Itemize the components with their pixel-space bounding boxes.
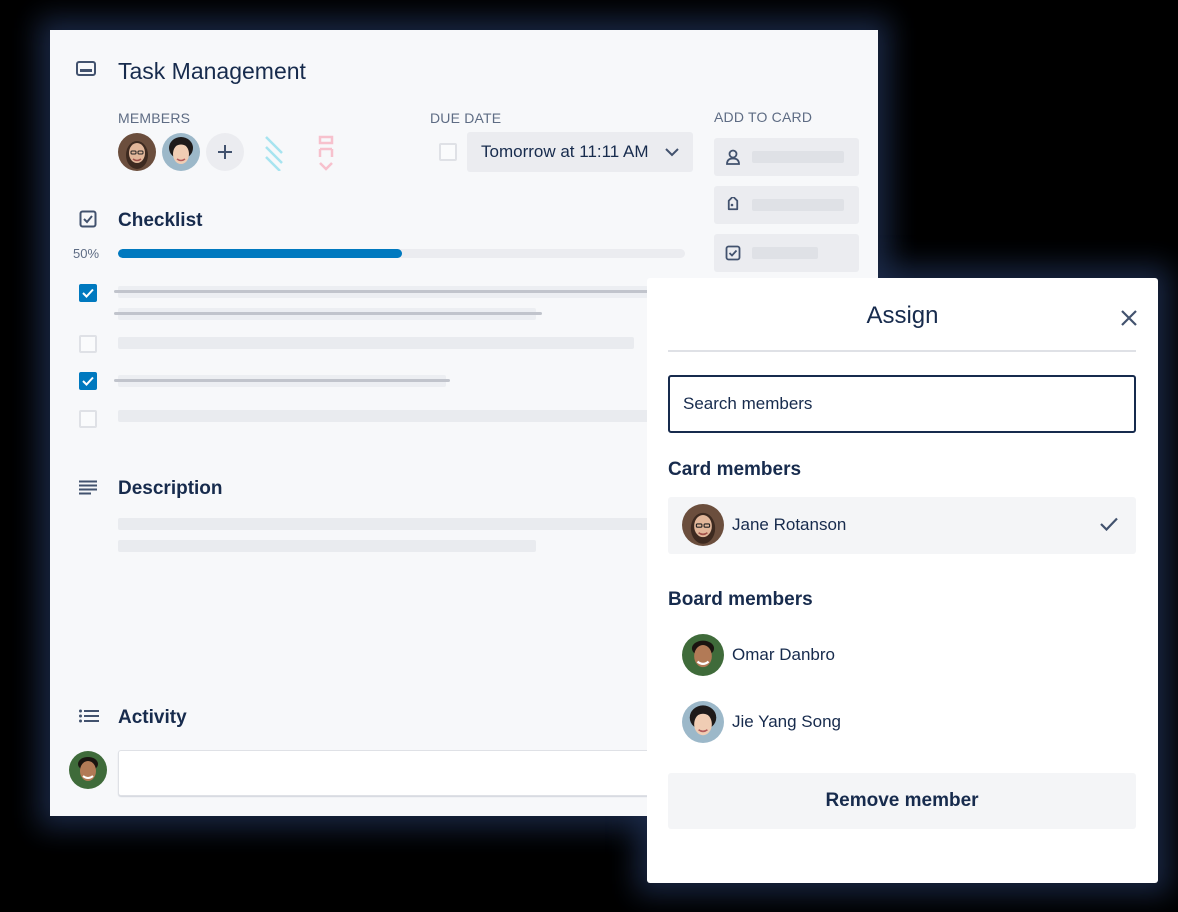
checklist-item-text[interactable]: [118, 410, 658, 422]
board-member-row[interactable]: Jie Yang Song: [668, 694, 1136, 751]
checklist-item-text[interactable]: [118, 337, 634, 349]
card-icon: [76, 60, 96, 83]
checklist-icon: [79, 210, 97, 233]
jane-rotanson-avatar: [682, 504, 724, 546]
due-date-dropdown[interactable]: Tomorrow at 11:11 AM: [467, 132, 693, 172]
search-members-input[interactable]: [668, 375, 1136, 433]
checklist-title[interactable]: Checklist: [118, 210, 202, 232]
jane-rotanson-avatar[interactable]: [118, 133, 156, 171]
add-checklist-button[interactable]: [714, 234, 859, 272]
member-name: Jane Rotanson: [732, 515, 847, 534]
button-label-placeholder: [752, 151, 844, 163]
popover-title: Assign: [866, 302, 939, 329]
add-member-button[interactable]: [206, 133, 244, 171]
plus-icon: [218, 145, 232, 159]
card-member-row[interactable]: Jane Rotanson: [668, 497, 1136, 554]
checklist-item-checkbox[interactable]: [79, 372, 97, 390]
member-name: Jie Yang Song: [732, 712, 842, 731]
close-icon[interactable]: [1119, 308, 1139, 328]
checklist-progress-bar: [118, 249, 685, 258]
divider: [668, 350, 1136, 352]
tag-icon: [725, 195, 741, 218]
button-label-placeholder: [752, 247, 818, 259]
add-members-button[interactable]: [714, 138, 859, 176]
description-text-line[interactable]: [118, 540, 536, 552]
strikethrough: [114, 379, 450, 382]
person-icon: [725, 149, 741, 170]
jie-yang-song-avatar: [682, 701, 724, 743]
board-member-row[interactable]: Omar Danbro: [668, 627, 1136, 684]
description-title: Description: [118, 478, 223, 499]
jie-yang-song-avatar[interactable]: [162, 133, 200, 171]
due-date-label: DUE DATE: [430, 110, 502, 126]
board-members-heading: Board members: [668, 589, 813, 610]
checklist-progress-fill: [118, 249, 402, 258]
confetti-icon: [318, 135, 334, 171]
strikethrough: [114, 290, 654, 293]
checklist-item-checkbox[interactable]: [79, 284, 97, 302]
checklist-item-checkbox[interactable]: [79, 335, 97, 353]
checklist-item-checkbox[interactable]: [79, 410, 97, 428]
activity-title: Activity: [118, 707, 187, 728]
checkbox-icon: [725, 245, 741, 266]
chevron-down-icon: [665, 147, 679, 156]
member-name: Omar Danbro: [732, 645, 835, 664]
members-label: MEMBERS: [118, 110, 191, 126]
add-to-card-label: ADD TO CARD: [714, 109, 813, 125]
due-date-complete-checkbox[interactable]: [439, 143, 457, 161]
card-title[interactable]: Task Management: [118, 58, 306, 85]
button-label-placeholder: [752, 199, 844, 211]
card-members-heading: Card members: [668, 459, 802, 480]
remove-member-button[interactable]: Remove member: [668, 773, 1136, 829]
check-icon: [82, 288, 94, 298]
description-icon: [79, 480, 99, 501]
strikethrough: [114, 312, 542, 315]
comment-input[interactable]: [118, 750, 680, 796]
assign-popover: Assign Card members Jane Rotanson Board …: [647, 278, 1158, 883]
checkmark-icon: [1100, 517, 1118, 536]
add-labels-button[interactable]: [714, 186, 859, 224]
due-date-value: Tomorrow at 11:11 AM: [481, 142, 649, 161]
check-icon: [82, 376, 94, 386]
omar-danbro-avatar: [682, 634, 724, 676]
omar-danbro-avatar: [69, 751, 107, 789]
activity-icon: [79, 709, 99, 730]
description-text-line[interactable]: [118, 518, 658, 530]
checklist-percent: 50%: [73, 246, 100, 261]
sparkle-icon: [265, 136, 283, 171]
